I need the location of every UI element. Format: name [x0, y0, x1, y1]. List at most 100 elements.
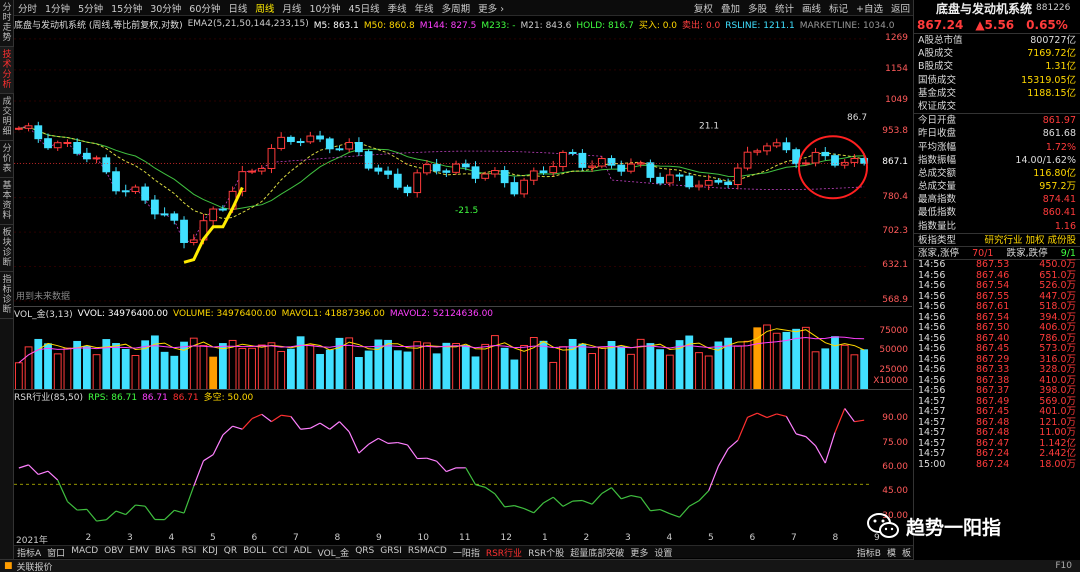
period-tab-5[interactable]: 60分钟	[185, 1, 224, 15]
left-nav-tab-2[interactable]: 成交明细	[0, 94, 14, 141]
indicator-tab-10[interactable]: CCI	[269, 546, 290, 559]
indicator-tab-20[interactable]: 更多	[627, 546, 651, 559]
rsr-line-segment	[717, 448, 729, 467]
volume-bar	[656, 349, 665, 390]
indicator-tab-11[interactable]: ADL	[290, 546, 314, 559]
candle-body	[471, 166, 480, 179]
rsr-line-segment	[591, 493, 603, 505]
indicator-tab-13[interactable]: QRS	[352, 546, 377, 559]
candle-body	[53, 142, 62, 149]
indicator-tab-7[interactable]: KDJ	[199, 546, 221, 559]
left-nav-tab-3[interactable]: 分价表	[0, 141, 14, 178]
left-nav-tab-5[interactable]: 板块诊断	[0, 225, 14, 272]
status-left[interactable]: 关联报价	[17, 560, 53, 572]
indicator-b-tab-2[interactable]: 板	[899, 546, 914, 559]
candle-body	[73, 142, 82, 154]
period-tab-2[interactable]: 5分钟	[74, 1, 107, 15]
candle-body	[627, 163, 635, 172]
indicator-tab-0[interactable]: 指标A	[14, 546, 44, 559]
volume-bar	[267, 342, 276, 390]
rsr-line-segment	[698, 490, 710, 502]
left-nav-tab-4[interactable]: 基本资料	[0, 178, 14, 225]
volume-chart[interactable]	[14, 320, 912, 390]
indicator-tab-14[interactable]: GRSI	[377, 546, 405, 559]
left-nav-tab-0[interactable]: 分时走势	[0, 0, 14, 47]
period-tab-11[interactable]: 季线	[384, 1, 411, 15]
candle-body	[442, 170, 451, 173]
indicator-tab-4[interactable]: EMV	[126, 546, 152, 559]
period-tab-6[interactable]: 日线	[224, 1, 251, 15]
indicator-tab-21[interactable]: 设置	[651, 546, 675, 559]
sector-type-row: 板指类型 研究行业 加权 成份股	[914, 234, 1080, 247]
sector-type-value[interactable]: 研究行业 加权 成份股	[984, 234, 1076, 246]
tool-button-6[interactable]: +自选	[852, 1, 887, 15]
indicator-tab-8[interactable]: QR	[221, 546, 240, 559]
period-tab-1[interactable]: 1分钟	[41, 1, 74, 15]
indicator-tab-6[interactable]: RSI	[179, 546, 200, 559]
candle-body	[772, 142, 781, 147]
period-tab-0[interactable]: 分时	[14, 1, 41, 15]
up-label: 涨家,涨停	[918, 248, 960, 259]
indicator-tab-1[interactable]: 窗口	[44, 546, 68, 559]
indicator-tab-15[interactable]: RSMACD	[405, 546, 450, 559]
stat-label: 最低指数	[918, 207, 957, 219]
tool-button-1[interactable]: 叠加	[717, 1, 744, 15]
indicator-value: MARKETLINE: 1034.0	[799, 20, 895, 31]
volume-bar	[646, 343, 655, 390]
candle-body	[656, 176, 665, 184]
volume-bar	[520, 345, 528, 390]
chart-footer-note: 用到未来数据	[16, 292, 71, 302]
tool-button-4[interactable]: 画线	[798, 1, 825, 15]
period-tab-3[interactable]: 15分钟	[107, 1, 146, 15]
candle-body	[277, 136, 286, 149]
candlestick-chart[interactable]: 86.7 21.1 -21.5	[14, 31, 912, 306]
indicator-tab-3[interactable]: OBV	[101, 546, 126, 559]
volume-bar	[238, 347, 247, 390]
rsr-chart[interactable]	[14, 403, 912, 533]
period-tab-4[interactable]: 30分钟	[146, 1, 185, 15]
volume-bar	[491, 335, 499, 390]
volume-bar	[14, 362, 23, 390]
tool-button-7[interactable]: 返回	[887, 1, 914, 15]
volume-bar	[199, 345, 208, 390]
period-tab-9[interactable]: 10分钟	[305, 1, 344, 15]
period-tab-13[interactable]: 多周期	[438, 1, 475, 15]
indicator-tab-12[interactable]: VOL_金	[315, 546, 353, 559]
rsr-line-segment	[630, 494, 641, 498]
indicator-tab-16[interactable]: 一阳指	[450, 546, 483, 559]
candle-body	[374, 167, 383, 172]
indicator-value: VOLUME: 34976400.00	[172, 308, 277, 319]
period-tab-14[interactable]: 更多 ›	[474, 1, 508, 15]
tool-button-3[interactable]: 统计	[771, 1, 798, 15]
left-nav-tab-1[interactable]: 技术分析	[0, 47, 14, 94]
indicator-tab-9[interactable]: BOLL	[240, 546, 269, 559]
period-tab-12[interactable]: 年线	[411, 1, 438, 15]
tick-list[interactable]: 14:56 867.53 450.0万 14:56 867.46 651.0万 14:56 8…	[914, 260, 1080, 470]
rsr-line-segment	[688, 500, 700, 507]
indicator-b-tab-1[interactable]: 模	[884, 546, 899, 559]
chart-title: 底盘与发动机系统 (周线,等比前复权,对数)	[14, 20, 183, 31]
indicator-b-tab-0[interactable]: 指标B	[854, 546, 884, 559]
stat-row: 今日开盘 861.97	[914, 114, 1080, 127]
indicator-tab-2[interactable]: MACD	[68, 546, 101, 559]
indicator-tab-5[interactable]: BIAS	[152, 546, 179, 559]
stat-label: A股成交	[918, 48, 953, 60]
stat-row: 昨日收盘 861.68	[914, 127, 1080, 140]
left-nav-tab-6[interactable]: 指标诊断	[0, 272, 14, 319]
status-icon: ■	[4, 561, 13, 571]
rsr-line-segment	[144, 505, 156, 520]
rsr-line-segment	[834, 408, 846, 433]
tool-button-2[interactable]: 多股	[744, 1, 771, 15]
indicator-tab-17[interactable]: RSR行业	[483, 546, 525, 559]
indicator-tab-19[interactable]: 超量底部突破	[567, 546, 627, 559]
period-tab-10[interactable]: 45日线	[345, 1, 384, 15]
volume-bar	[850, 354, 859, 390]
period-tab-8[interactable]: 月线	[278, 1, 305, 15]
indicator-tab-18[interactable]: RSR个股	[525, 546, 567, 559]
period-tab-7[interactable]: 周线	[251, 1, 278, 15]
rsr-line-segment	[368, 437, 379, 445]
time-tick: 5	[210, 533, 216, 543]
tool-button-5[interactable]: 标记	[825, 1, 852, 15]
status-f10[interactable]: F10	[1055, 561, 1072, 571]
tool-button-0[interactable]: 复权	[690, 1, 717, 15]
